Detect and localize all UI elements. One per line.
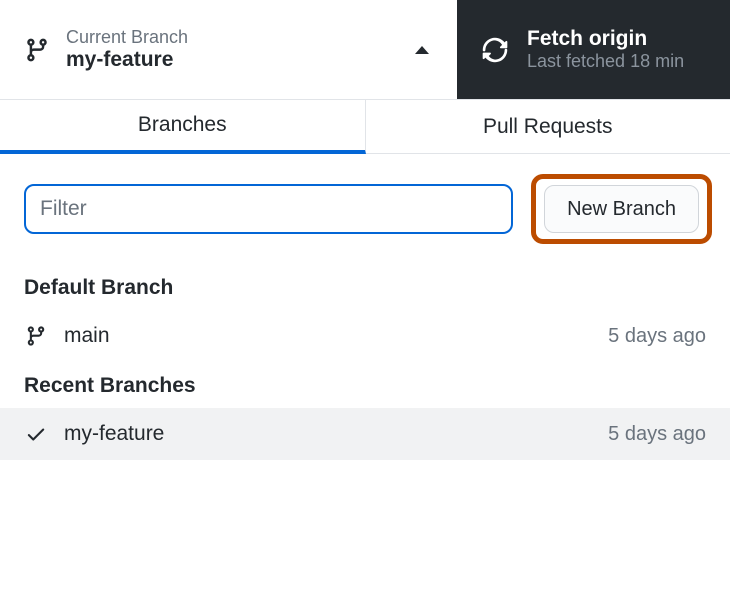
branch-list-item[interactable]: main 5 days ago xyxy=(0,310,730,362)
branch-name: my-feature xyxy=(64,422,592,446)
git-branch-icon xyxy=(25,324,47,348)
recent-branches-header: Recent Branches xyxy=(0,362,730,408)
filter-input[interactable] xyxy=(24,184,513,234)
branch-name: main xyxy=(64,324,592,348)
check-icon xyxy=(25,423,47,445)
tab-pull-requests[interactable]: Pull Requests xyxy=(366,100,730,154)
current-branch-dropdown[interactable]: Current Branch my-feature xyxy=(0,0,457,99)
current-branch-value: my-feature xyxy=(66,48,188,72)
new-branch-button[interactable]: New Branch xyxy=(544,185,699,233)
branch-time: 5 days ago xyxy=(608,325,706,348)
sync-icon xyxy=(481,36,509,64)
current-branch-label: Current Branch xyxy=(66,27,188,48)
git-branch-icon xyxy=(24,36,50,64)
default-branch-header: Default Branch xyxy=(0,264,730,310)
chevron-up-icon xyxy=(415,46,429,54)
tab-branches[interactable]: Branches xyxy=(0,100,366,154)
branch-time: 5 days ago xyxy=(608,423,706,446)
fetch-origin-button[interactable]: Fetch origin Last fetched 18 min xyxy=(457,0,730,99)
fetch-origin-label: Fetch origin xyxy=(527,27,684,51)
branch-list-item[interactable]: my-feature 5 days ago xyxy=(0,408,730,460)
fetch-origin-time: Last fetched 18 min xyxy=(527,51,684,72)
